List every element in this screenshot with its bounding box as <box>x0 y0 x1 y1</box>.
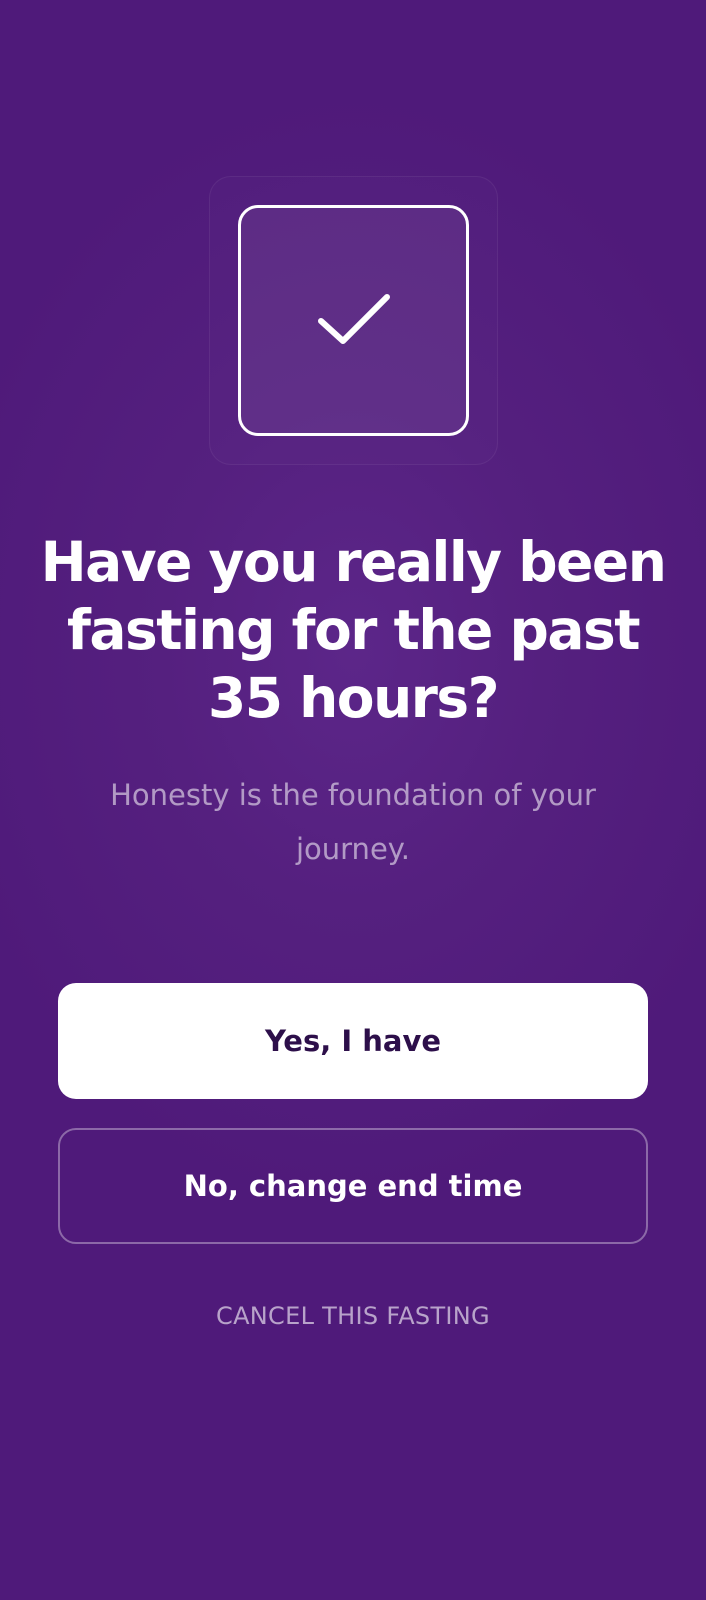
change-end-time-button[interactable]: No, change end time <box>58 1128 648 1244</box>
confirm-button-label: Yes, I have <box>264 1024 442 1058</box>
change-end-time-button-label: No, change end time <box>183 1169 523 1203</box>
cancel-fasting-link[interactable]: CANCEL THIS FASTING <box>0 1302 706 1330</box>
icon-box <box>238 205 469 436</box>
checkmark-icon <box>315 291 393 351</box>
dialog-title: Have you really been fasting for the pas… <box>40 530 667 730</box>
confirm-button[interactable]: Yes, I have <box>58 983 648 1099</box>
dialog-subtitle: Honesty is the foundation of your journe… <box>110 778 596 866</box>
